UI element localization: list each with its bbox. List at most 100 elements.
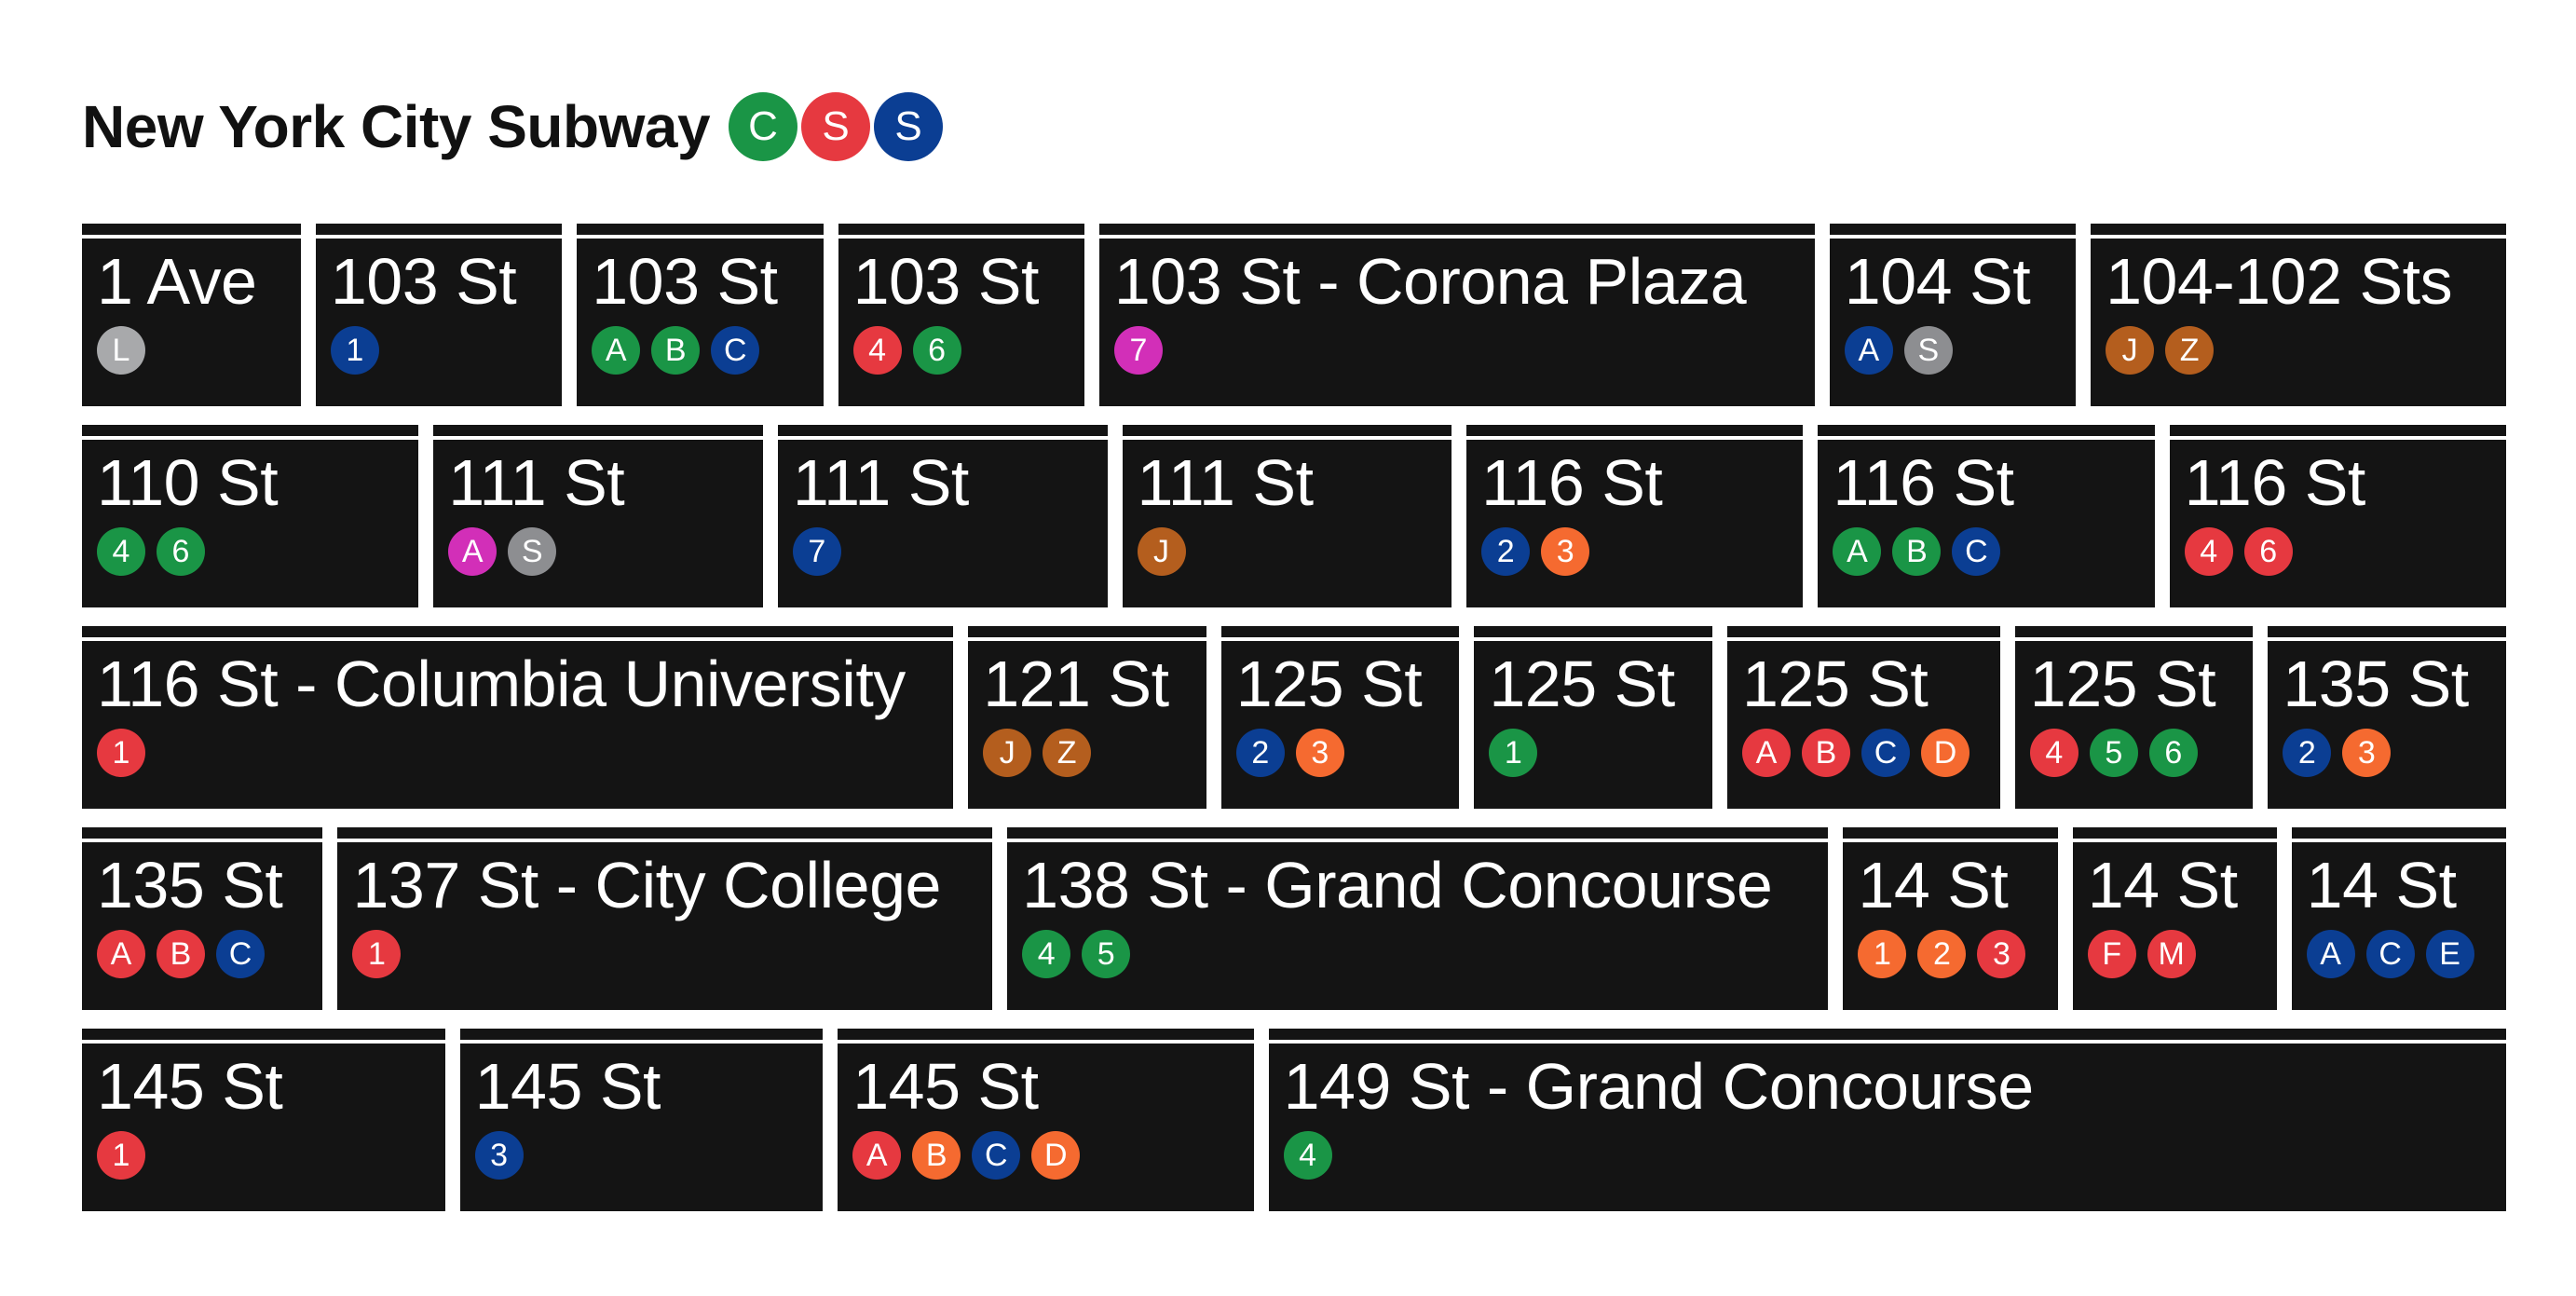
route-bullet: S <box>1903 326 1953 375</box>
station-name: 125 St <box>1741 648 1929 720</box>
route-bullet: 3 <box>474 1131 524 1180</box>
route-bullet: A <box>1844 326 1893 375</box>
route-bullets: ABC <box>1833 527 2154 576</box>
route-bullet: 5 <box>1082 930 1131 978</box>
route-bullets: 45 <box>1022 930 1828 978</box>
station-sign[interactable]: 103 St - Corona Plaza 7 <box>1098 224 1815 406</box>
station-row: 110 St 4 6 111 St A S 111 St 7 111 St J 116 St 2 3 11… <box>82 425 2506 607</box>
route-bullets: 456 <box>2029 729 2254 777</box>
route-bullet: C <box>711 326 760 375</box>
route-bullet: 2 <box>1481 527 1531 576</box>
route-bullet: 5 <box>2089 729 2138 777</box>
station-sign[interactable]: 125 St 2 3 <box>1220 626 1460 809</box>
route-bullet: C <box>1952 527 2001 576</box>
title-route-bullet: S <box>874 92 944 161</box>
station-sign[interactable]: 116 St 2 3 <box>1466 425 1804 607</box>
station-sign[interactable]: 145 St 1 <box>82 1029 445 1211</box>
route-bullets: JZ <box>983 729 1206 777</box>
station-name: 137 St - City College <box>352 849 941 921</box>
route-bullet: C <box>972 1131 1021 1180</box>
station-sign[interactable]: 111 St J <box>1122 425 1452 607</box>
route-bullets: 1 <box>352 930 992 978</box>
station-name: 111 St <box>792 446 969 519</box>
station-name: 121 St <box>983 648 1169 720</box>
station-sign[interactable]: 103 St 4 6 <box>838 224 1084 406</box>
station-name: 111 St <box>1137 446 1314 519</box>
station-name: 104 St <box>1844 245 2031 318</box>
station-sign[interactable]: 145 St 3 <box>459 1029 824 1211</box>
route-bullets: 23 <box>1481 527 1803 576</box>
route-bullets: 7 <box>1113 326 1815 375</box>
station-sign[interactable]: 125 St 4 5 6 <box>2014 626 2254 809</box>
station-sign[interactable]: 103 St A B C <box>577 224 824 406</box>
route-bullets: ABCD <box>1741 729 2000 777</box>
station-name: 103 St <box>592 245 778 318</box>
route-bullet: 7 <box>792 527 841 576</box>
station-sign[interactable]: 137 St - City College 1 <box>337 827 993 1010</box>
station-sign[interactable]: 110 St 4 6 <box>82 425 419 607</box>
station-sign[interactable]: 104 St A S <box>1829 224 2077 406</box>
route-bullet: 6 <box>912 326 961 375</box>
station-name: 149 St - Grand Concourse <box>1283 1050 2035 1123</box>
station-sign[interactable]: 125 St 1 <box>1474 626 1712 809</box>
route-bullet: A <box>448 527 497 576</box>
route-bullet: A <box>1833 527 1882 576</box>
station-sign[interactable]: 111 St 7 <box>777 425 1108 607</box>
station-name: 135 St <box>97 849 283 921</box>
station-sign[interactable]: 104-102 Sts J Z <box>2091 224 2506 406</box>
route-bullet: 1 <box>352 930 402 978</box>
station-sign[interactable]: 111 St A S <box>433 425 763 607</box>
station-sign[interactable]: 135 St A B C <box>82 827 323 1010</box>
route-bullet: B <box>1801 729 1850 777</box>
route-bullet: B <box>651 326 701 375</box>
station-sign[interactable]: 149 St - Grand Concourse 4 <box>1268 1029 2506 1211</box>
station-sign[interactable]: 116 St - Columbia University 1 <box>82 626 954 809</box>
route-bullet: 4 <box>97 527 145 576</box>
route-bullets: 4 <box>1283 1131 2506 1180</box>
station-sign[interactable]: 103 St 1 <box>315 224 563 406</box>
route-bullets: 1 <box>97 729 953 777</box>
station-sign[interactable]: 14 St 1 2 3 <box>1843 827 2058 1010</box>
station-sign[interactable]: 14 St A C E <box>2291 827 2506 1010</box>
route-bullet: 2 <box>1235 729 1285 777</box>
station-name: 125 St <box>2029 648 2216 720</box>
station-name: 103 St - Corona Plaza <box>1113 245 1747 318</box>
route-bullet: C <box>2365 930 2415 978</box>
station-sign[interactable]: 1 Ave L <box>82 224 301 406</box>
route-bullets: 123 <box>1858 930 2057 978</box>
station-sign[interactable]: 125 St A B C D <box>1726 626 2000 809</box>
station-name: 125 St <box>1235 648 1423 720</box>
route-bullet: 4 <box>2029 729 2079 777</box>
station-sign[interactable]: 138 St - Grand Concourse 4 5 <box>1007 827 1829 1010</box>
station-name: 125 St <box>1489 648 1675 720</box>
route-bullets: ABCD <box>852 1131 1253 1180</box>
station-sign[interactable]: 121 St J Z <box>968 626 1206 809</box>
route-bullet: J <box>1137 527 1186 576</box>
station-name: 110 St <box>97 446 279 519</box>
route-bullet: 6 <box>2148 729 2198 777</box>
station-name: 116 St <box>1481 446 1663 519</box>
station-sign[interactable]: 145 St A B C D <box>838 1029 1254 1211</box>
station-sign[interactable]: 14 St F M <box>2072 827 2277 1010</box>
route-bullets: 46 <box>852 326 1084 375</box>
station-name: 116 St <box>1833 446 2014 519</box>
station-name: 138 St - Grand Concourse <box>1022 849 1773 921</box>
route-bullets: 1 <box>1489 729 1712 777</box>
route-bullet: Z <box>1043 729 1092 777</box>
route-bullets: L <box>97 326 301 375</box>
station-sign[interactable]: 116 St A B C <box>1818 425 2155 607</box>
route-bullets: ABC <box>97 930 322 978</box>
route-bullets: 7 <box>792 527 1108 576</box>
route-bullet: J <box>983 729 1032 777</box>
station-sign[interactable]: 116 St 4 6 <box>2169 425 2506 607</box>
title-route-bullet: C <box>729 92 798 161</box>
route-bullets: AS <box>1844 326 2076 375</box>
station-sign[interactable]: 135 St 2 3 <box>2268 626 2506 809</box>
route-bullets: 3 <box>474 1131 824 1180</box>
route-bullets: 1 <box>330 326 562 375</box>
route-bullet: 3 <box>2342 729 2392 777</box>
page: New York City Subway CSS 1 Ave L 103 St 1 10… <box>82 89 2506 1211</box>
route-bullet: B <box>1892 527 1942 576</box>
page-title: New York City Subway <box>82 93 711 160</box>
route-bullets: 23 <box>1235 729 1460 777</box>
